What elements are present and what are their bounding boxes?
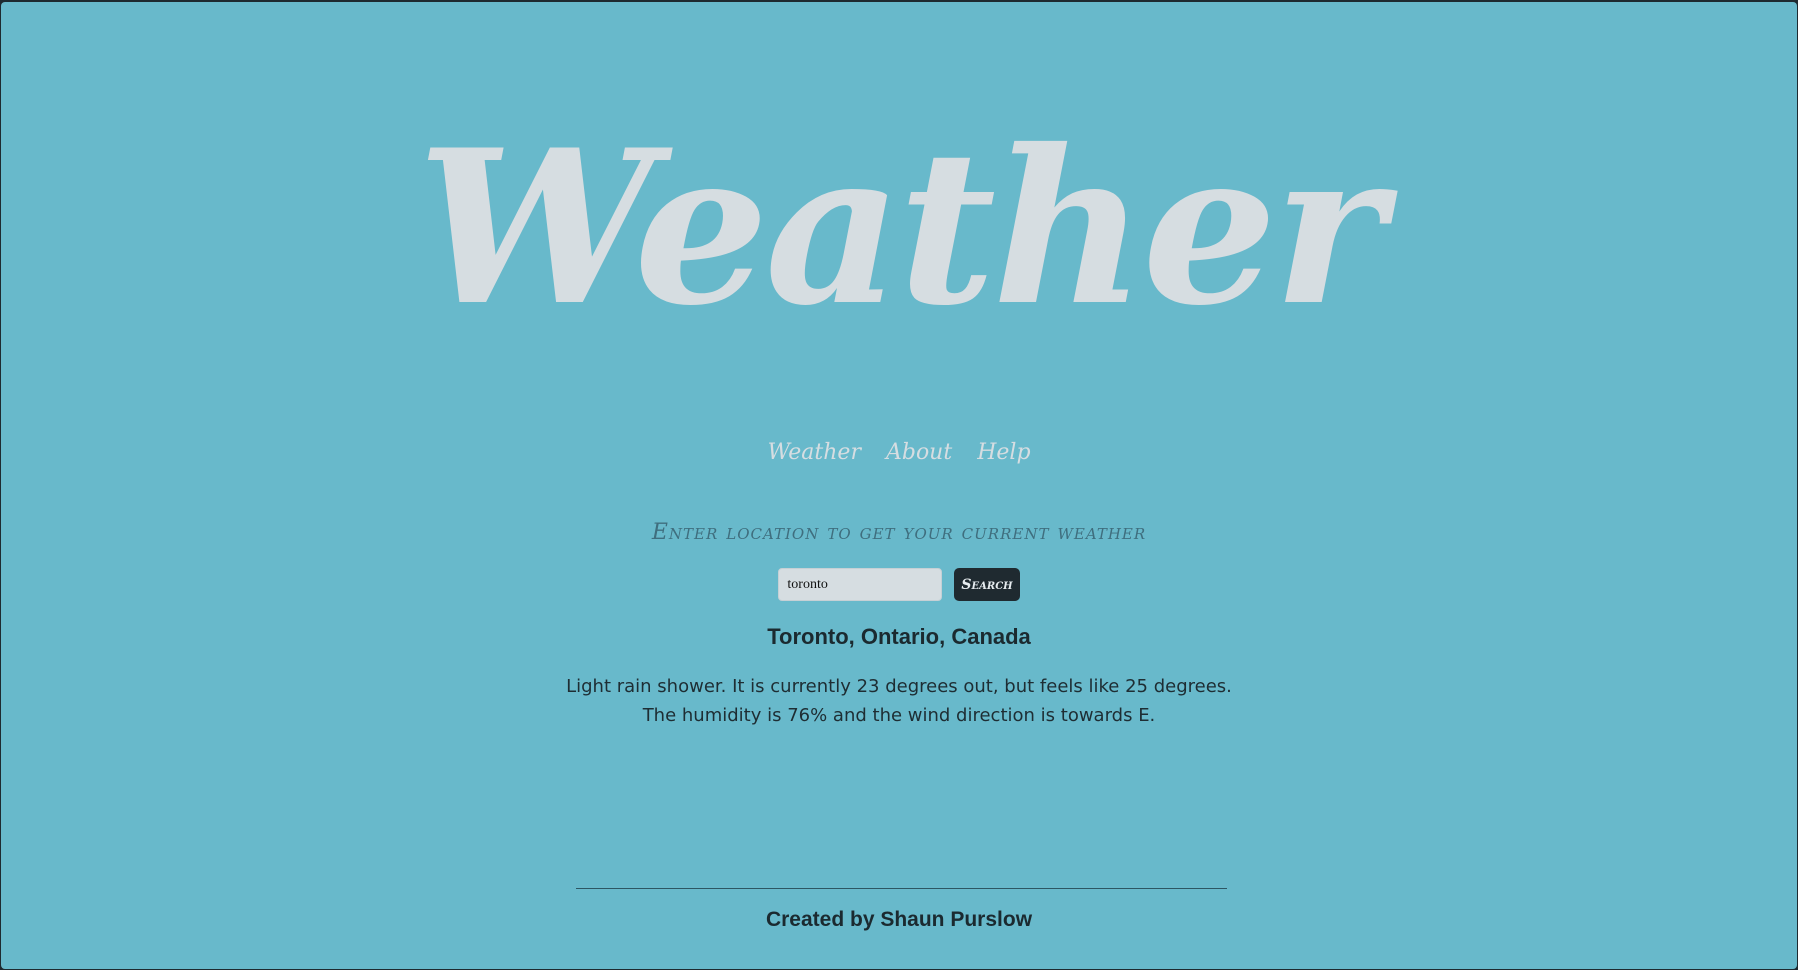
nav-link-weather[interactable]: Weather: [767, 440, 861, 465]
nav-link-about[interactable]: About: [886, 440, 952, 465]
search-form: Search: [1, 568, 1797, 601]
browser-viewport: Weather Weather About Help Enter locatio…: [1, 2, 1797, 969]
location-input[interactable]: [778, 568, 943, 601]
forecast-line-conditions: Light rain shower. It is currently 23 de…: [566, 676, 1232, 697]
forecast-text: Light rain shower. It is currently 23 de…: [1, 672, 1797, 730]
main-nav: Weather About Help: [1, 440, 1797, 465]
location-name: Toronto, Ontario, Canada: [767, 624, 1031, 649]
page-container: Weather Weather About Help Enter locatio…: [1, 2, 1797, 969]
search-prompt: Enter location to get your current weath…: [651, 520, 1147, 545]
footer-credit: Created by Shaun Purslow: [765, 908, 1033, 931]
page-title: Weather: [417, 103, 1385, 352]
footer-divider: [576, 888, 1227, 889]
forecast-line-humidity-wind: The humidity is 76% and the wind directi…: [642, 705, 1156, 726]
search-button[interactable]: Search: [954, 568, 1020, 601]
nav-link-help[interactable]: Help: [977, 440, 1030, 465]
